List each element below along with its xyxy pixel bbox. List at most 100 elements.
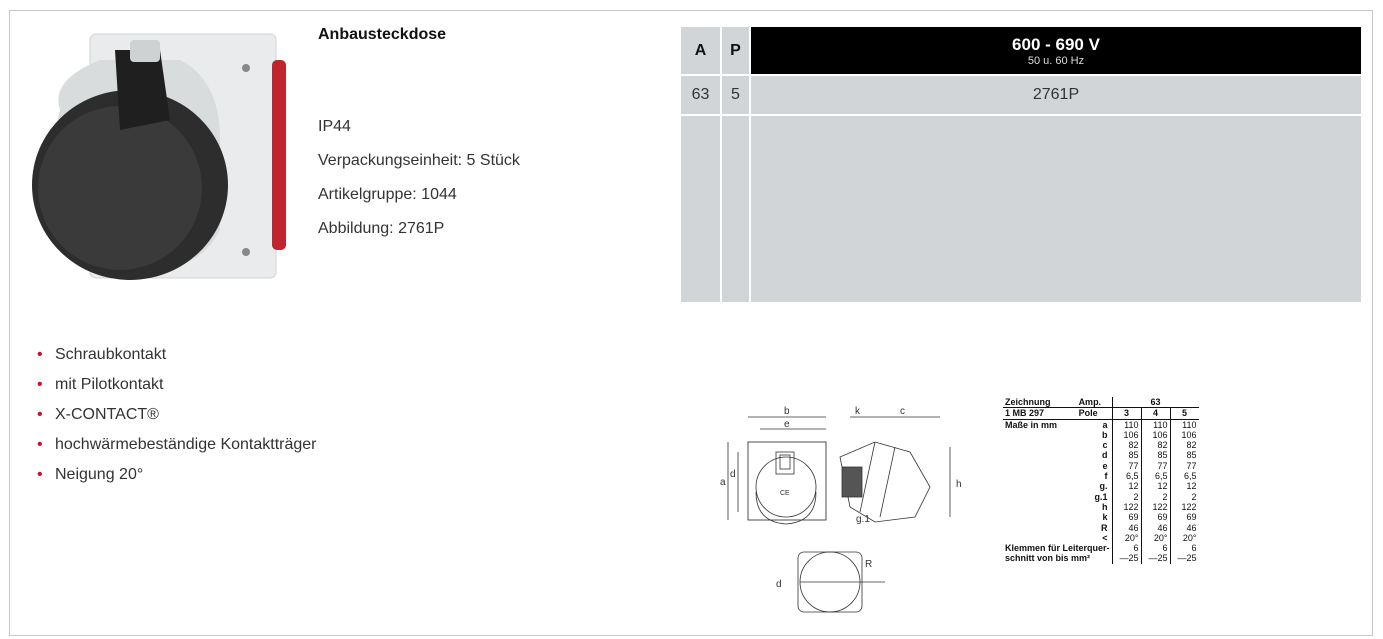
feature-text: Schraubkontakt [55,346,167,363]
table-cell: 110 [1111,419,1142,430]
table-cell: 12 [1111,481,1142,492]
table-cell: —25 [1111,553,1142,564]
feature-list: • Schraubkontakt • mit Pilotkontakt • X-CON… [37,340,317,490]
dim-a-label: a [720,477,726,488]
table-cell [1003,471,1077,481]
dim-head-pole: Pole [1076,407,1113,420]
empty-cell [750,114,1361,302]
dim-key: g.1 [1094,491,1108,502]
table-cell: 77 [1169,460,1199,472]
dim-c-label: c [900,406,905,417]
dim-head-drawing: Zeichnung [1003,397,1077,409]
table-cell: 6,5 [1169,471,1199,482]
table-cell: 106 [1140,429,1171,441]
table-cell: 69 [1111,512,1142,523]
table-cell: 12 [1140,481,1171,492]
table-cell: 110 [1169,419,1199,430]
dim-key: d [1102,450,1108,461]
dim-footer-label: Klemmen für Leiterquer- [1005,543,1110,554]
table-row: g.1 2 2 2 [1003,491,1199,502]
table-cell: —25 [1140,553,1171,564]
table-cell: 6,5 [1111,471,1142,482]
dim-key: h [1102,501,1108,512]
table-cell: 106 [1169,429,1199,441]
table-row: Maße in mm a 110 110 110 [1003,419,1199,430]
table-cell: 122 [1140,501,1171,513]
table-row: k 69 69 69 [1003,512,1199,523]
spec-table: A P 600 - 690 V 50 u. 60 Hz 63 5 2761P [681,27,1361,302]
table-cell [1003,533,1077,543]
dim-h-label: h [956,479,962,490]
table-cell: 106 [1111,429,1142,441]
dim-head-amp: Amp. [1076,397,1113,409]
bullet-icon: • [37,466,43,483]
table-cell: 6 [1169,543,1199,554]
table-cell: 2 [1169,491,1199,502]
dim-head-model: 1 MB 297 [1003,407,1077,420]
col-p-header: P [720,27,751,75]
table-cell: 46 [1169,522,1199,533]
dim-k-label: k [855,406,861,417]
col-a-header: A [681,27,721,75]
table-cell [1003,430,1077,440]
voltage-header: 600 - 690 V 50 u. 60 Hz [750,27,1361,75]
bullet-icon: • [37,376,43,393]
list-item: • Neigung 20° [37,460,317,490]
table-row: h 122 122 122 [1003,501,1199,513]
ce-mark: CE [780,490,790,497]
dim-pole-4: 4 [1140,407,1171,420]
dimension-table: Zeichnung Amp. 63 1 MB 297 Pole 3 4 5 Ma… [1003,397,1199,564]
empty-cell [681,114,721,302]
dim-pole-3: 3 [1111,407,1142,420]
bullet-icon: • [37,406,43,423]
table-cell: 46 [1140,522,1171,533]
table-row: f 6,5 6,5 6,5 [1003,471,1199,482]
table-cell: 6 [1140,543,1171,554]
technical-drawing: b e CE a d k c h g.1 R d [720,406,962,613]
dim-key: e [1102,460,1108,471]
feature-text: X-CONTACT® [55,406,159,423]
table-cell: 82 [1111,440,1142,451]
dim-e-label: e [784,419,790,430]
dim-head-amp-value: 63 [1111,397,1199,409]
table-cell [1003,523,1077,533]
dim-key: c [1102,440,1108,451]
dim-d2-label: d [776,579,782,590]
table-cell: 110 [1140,419,1171,430]
dim-footer-row: Klemmen für Leiterquer- 6 6 6 [1003,543,1199,554]
table-row: e 77 77 77 [1003,460,1199,472]
voltage-label: 600 - 690 V [1012,34,1100,54]
dim-d-label: d [730,469,736,480]
frequency-label: 50 u. 60 Hz [1027,54,1085,67]
cell-amp: 63 [681,74,721,115]
product-attributes: IP44 Verpackungseinheit: 5 Stück Artikel… [318,110,520,246]
product-title: Anbausteckdose [318,26,447,43]
table-cell [1003,450,1077,460]
table-row: <20° 20° 20° [1003,532,1199,544]
table-cell: 20° [1140,532,1171,544]
table-cell: 122 [1111,501,1142,513]
dim-footer-label: schnitt von bis mm² [1005,553,1091,564]
list-item: • Schraubkontakt [37,340,317,370]
spec-header: A P 600 - 690 V 50 u. 60 Hz [681,27,1361,75]
table-cell: 82 [1169,440,1199,451]
table-row: g. 12 12 12 [1003,481,1199,492]
cell-poles: 5 [720,74,751,115]
table-cell: 85 [1169,450,1199,461]
attr-article-group: Artikelgruppe: 1044 [318,186,457,203]
dim-pole-5: 5 [1169,407,1199,420]
product-image [32,33,286,280]
empty-cell [720,114,751,302]
table-cell: 6,5 [1140,471,1171,482]
feature-text: mit Pilotkontakt [55,376,164,393]
cell-article-number[interactable]: 2761P [750,74,1361,115]
dim-head-row: Zeichnung Amp. 63 [1003,397,1199,409]
table-cell [1003,492,1077,502]
table-cell: 12 [1169,481,1199,492]
dim-r-label: R [865,559,872,570]
attr-protection: IP44 [318,118,351,135]
table-row: R 46 46 46 [1003,522,1199,533]
table-cell: 77 [1111,460,1142,472]
table-cell: 69 [1169,512,1199,523]
dim-b-label: b [784,406,790,417]
